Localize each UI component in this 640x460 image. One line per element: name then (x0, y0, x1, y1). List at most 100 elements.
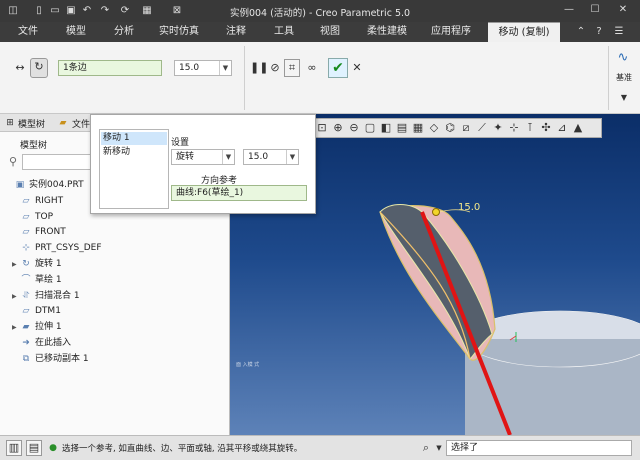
section-view-icon[interactable]: ⊿ (555, 120, 569, 136)
selection-filter-text: 选择了 (451, 443, 479, 453)
tab-model-tree[interactable]: 模型树 (18, 117, 45, 130)
settings-icon[interactable]: ☰ (612, 25, 626, 39)
zoom-in-icon[interactable]: ⊕ (331, 120, 345, 136)
expand-arrow-icon[interactable]: ▶ (12, 289, 20, 304)
sweep-blend-icon: ⥯ (22, 290, 30, 301)
tab-live-simulation[interactable]: 实时仿真 (150, 22, 208, 42)
spin-center-icon[interactable]: ✣ (539, 120, 553, 136)
settings-label: 设置 (171, 138, 190, 148)
reference-collector[interactable]: 1条边 (58, 60, 162, 76)
tree-item[interactable]: ▱ FRONT (12, 225, 66, 240)
selection-filter[interactable]: 选择了 (446, 440, 632, 456)
saved-views-icon[interactable]: ▤ (395, 120, 409, 136)
chevron-down-icon[interactable]: ▼ (219, 61, 231, 75)
tab-annotate[interactable]: 注释 (216, 22, 256, 42)
expand-arrow-icon[interactable]: ▶ (12, 320, 20, 335)
tree-item[interactable]: ▱ DTM1 (12, 304, 61, 319)
plane-display-icon[interactable]: ⧄ (459, 120, 473, 136)
verify-icon[interactable]: ⌗ (284, 59, 300, 77)
tree-item[interactable]: ⧉ 已移动副本 1 (12, 352, 89, 367)
tab-view[interactable]: 视图 (310, 22, 350, 42)
datum-wave-icon[interactable]: ∿ (612, 50, 634, 66)
repaint-icon[interactable]: ▢ (363, 120, 377, 136)
datum-plane-icon: ▱ (22, 195, 30, 206)
move-type-select[interactable]: 旋转 ▼ (171, 149, 235, 165)
tree-item-label: 旋转 1 (35, 259, 62, 269)
popup-angle-input[interactable]: 15.0 ▼ (243, 149, 299, 165)
ok-check-icon[interactable]: ✔ (328, 58, 348, 78)
toggle-navigator-icon[interactable]: ▥ (6, 440, 22, 456)
tree-item[interactable]: ▣ 实例004.PRT (6, 178, 84, 193)
direction-reference-collector[interactable]: 曲线:F6(草绘_1) (171, 185, 307, 201)
tab-tools[interactable]: 工具 (264, 22, 304, 42)
tree-item-label: 实例004.PRT (29, 180, 84, 190)
tree-item[interactable]: ▶ ⥯ 扫描混合 1 (12, 289, 80, 304)
point-display-icon[interactable]: ✦ (491, 120, 505, 136)
chevron-down-icon[interactable]: ▼ (222, 150, 234, 164)
ribbon-tabs: 文件 模型 分析 实时仿真 注释 工具 视图 柔性建模 应用程序 移动 (复制)… (0, 22, 640, 42)
datum-display-icon[interactable]: ⌬ (443, 120, 457, 136)
tab-flexible-modeling[interactable]: 柔性建模 (358, 22, 416, 42)
cancel-x-icon[interactable]: ✕ (350, 60, 364, 76)
move-list-item-new[interactable]: 新移动 (101, 146, 167, 159)
tab-file-browser[interactable]: 文件 (72, 117, 90, 130)
move-list-item-selected[interactable]: 移动 1 (101, 132, 167, 145)
tree-item[interactable]: ➜ 在此插入 (12, 336, 71, 351)
datum-plane-icon: ▱ (22, 211, 30, 222)
angle-dimension-text[interactable]: 15.0 (458, 202, 480, 213)
datum-plane-icon: ▱ (22, 306, 30, 317)
tab-applications[interactable]: 应用程序 (424, 22, 478, 42)
zoom-out-icon[interactable]: ⊖ (347, 120, 361, 136)
tree-item-label: TOP (35, 211, 54, 222)
glasses-preview-icon[interactable]: ∞ (303, 60, 321, 76)
angle-input[interactable]: 15.0 ▼ (174, 60, 232, 76)
view-manager-icon[interactable]: ▦ (411, 120, 425, 136)
insert-here-icon: ➜ (22, 338, 30, 348)
panel-header: 模型树 (20, 141, 48, 151)
expand-arrow-icon[interactable]: ▶ (12, 257, 20, 272)
drag-handle-point[interactable] (432, 208, 440, 216)
display-style-icon[interactable]: ◧ (379, 120, 393, 136)
divider (608, 46, 609, 110)
tab-model[interactable]: 模型 (56, 22, 96, 42)
datum-plane-icon: ▱ (22, 227, 30, 238)
angle-input-value: 15.0 (179, 63, 200, 73)
tree-item[interactable]: ▶ ↻ 旋转 1 (12, 257, 62, 272)
close-icon[interactable]: ✕ (610, 2, 636, 18)
tree-item[interactable]: ⌒ 草绘 1 (12, 273, 61, 288)
axis-display-icon[interactable]: ⟋ (475, 120, 489, 136)
moved-copy-icon: ⧉ (22, 353, 30, 364)
status-message: 选择一个参考, 如直曲线、边、平面或轴, 沿其平移或绕其旋转。 (62, 444, 303, 454)
csys-display-icon[interactable]: ⊹ (507, 120, 521, 136)
help-icon[interactable]: ? (592, 25, 606, 39)
ribbon-minimize-icon[interactable]: ⌃ (574, 25, 588, 39)
find-icon[interactable]: ⌕ (418, 440, 434, 456)
refit-icon[interactable]: ⊡ (315, 120, 329, 136)
tab-move-copy[interactable]: 移动 (复制) (488, 22, 560, 42)
toggle-browser-icon[interactable]: ▤ (26, 440, 42, 456)
tab-analysis[interactable]: 分析 (104, 22, 144, 42)
graphics-toolbar: ⊡ ⊕ ⊖ ▢ ◧ ▤ ▦ ◇ ⌬ ⧄ ⟋ ✦ ⊹ ⊺ ✣ ⊿ ▲ (312, 118, 602, 138)
tree-search-input[interactable] (22, 154, 94, 170)
translate-icon[interactable]: ↔ (12, 60, 28, 76)
annotation-display-icon[interactable]: ⊺ (523, 120, 537, 136)
tree-item[interactable]: ▱ RIGHT (12, 194, 64, 209)
chevron-down-icon[interactable]: ▼ (434, 440, 444, 456)
stop-preview-icon[interactable]: ⊘ (268, 60, 282, 76)
chevron-down-icon[interactable]: ▼ (286, 150, 298, 164)
tree-item[interactable]: ▶ ▰ 拉伸 1 (12, 320, 62, 335)
chevron-down-icon[interactable]: ▼ (614, 90, 634, 106)
move-list: 移动 1 新移动 (99, 129, 169, 209)
pause-icon[interactable]: ❚❚ (250, 60, 268, 76)
maximize-icon[interactable]: ☐ (582, 2, 608, 18)
rotate-icon[interactable]: ↻ (30, 58, 48, 78)
minimize-icon[interactable]: — (556, 2, 582, 18)
tree-item[interactable]: ⊹ PRT_CSYS_DEF (12, 241, 101, 256)
folder-icon: ▰ (59, 118, 67, 128)
filter-icon[interactable]: ⚲ (6, 154, 20, 170)
perspective-icon[interactable]: ◇ (427, 120, 441, 136)
tab-file[interactable]: 文件 (8, 22, 48, 42)
appearance-icon[interactable]: ▲ (571, 120, 585, 136)
tree-item[interactable]: ▱ TOP (12, 210, 53, 225)
tree-item-label: DTM1 (35, 306, 61, 317)
